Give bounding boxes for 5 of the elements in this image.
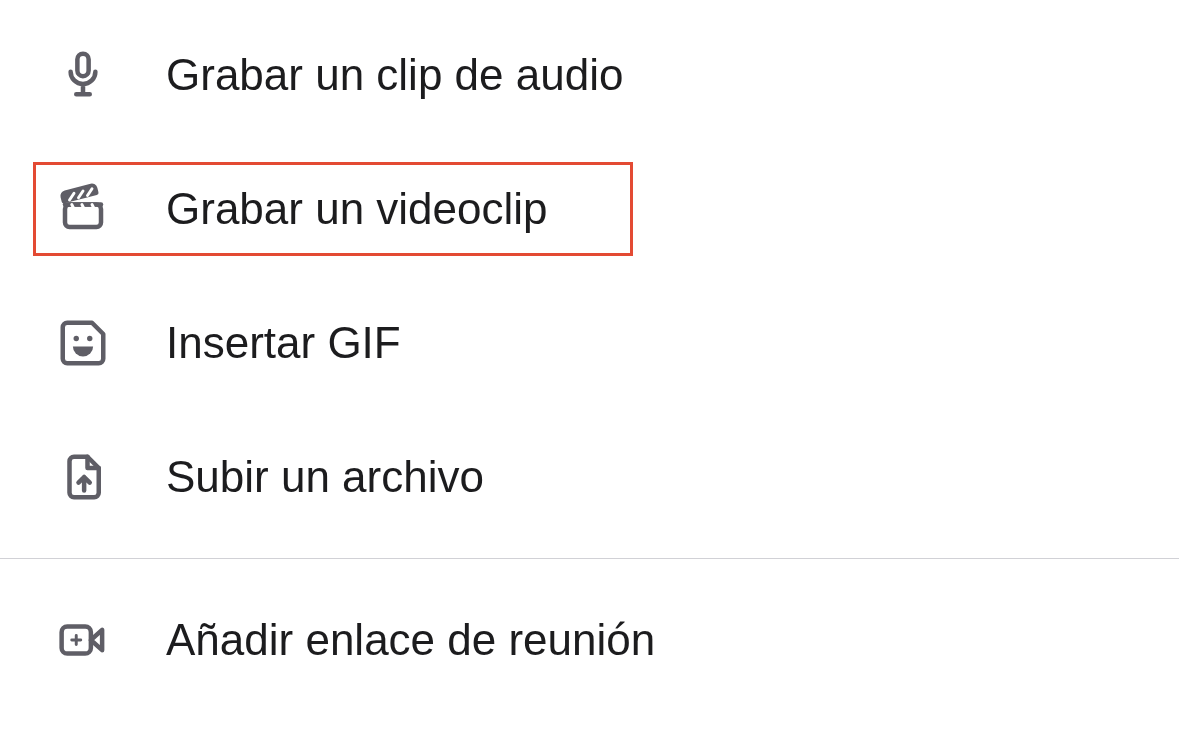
menu-item[interactable]: Insertar GIF bbox=[33, 296, 633, 390]
menu-item[interactable]: Grabar un clip de audio bbox=[33, 28, 651, 122]
menu-item[interactable]: Subir un archivo bbox=[33, 430, 633, 524]
menu-item[interactable]: Añadir enlace de reunión bbox=[33, 593, 683, 687]
menu-item[interactable]: Grabar un videoclip bbox=[33, 162, 633, 256]
